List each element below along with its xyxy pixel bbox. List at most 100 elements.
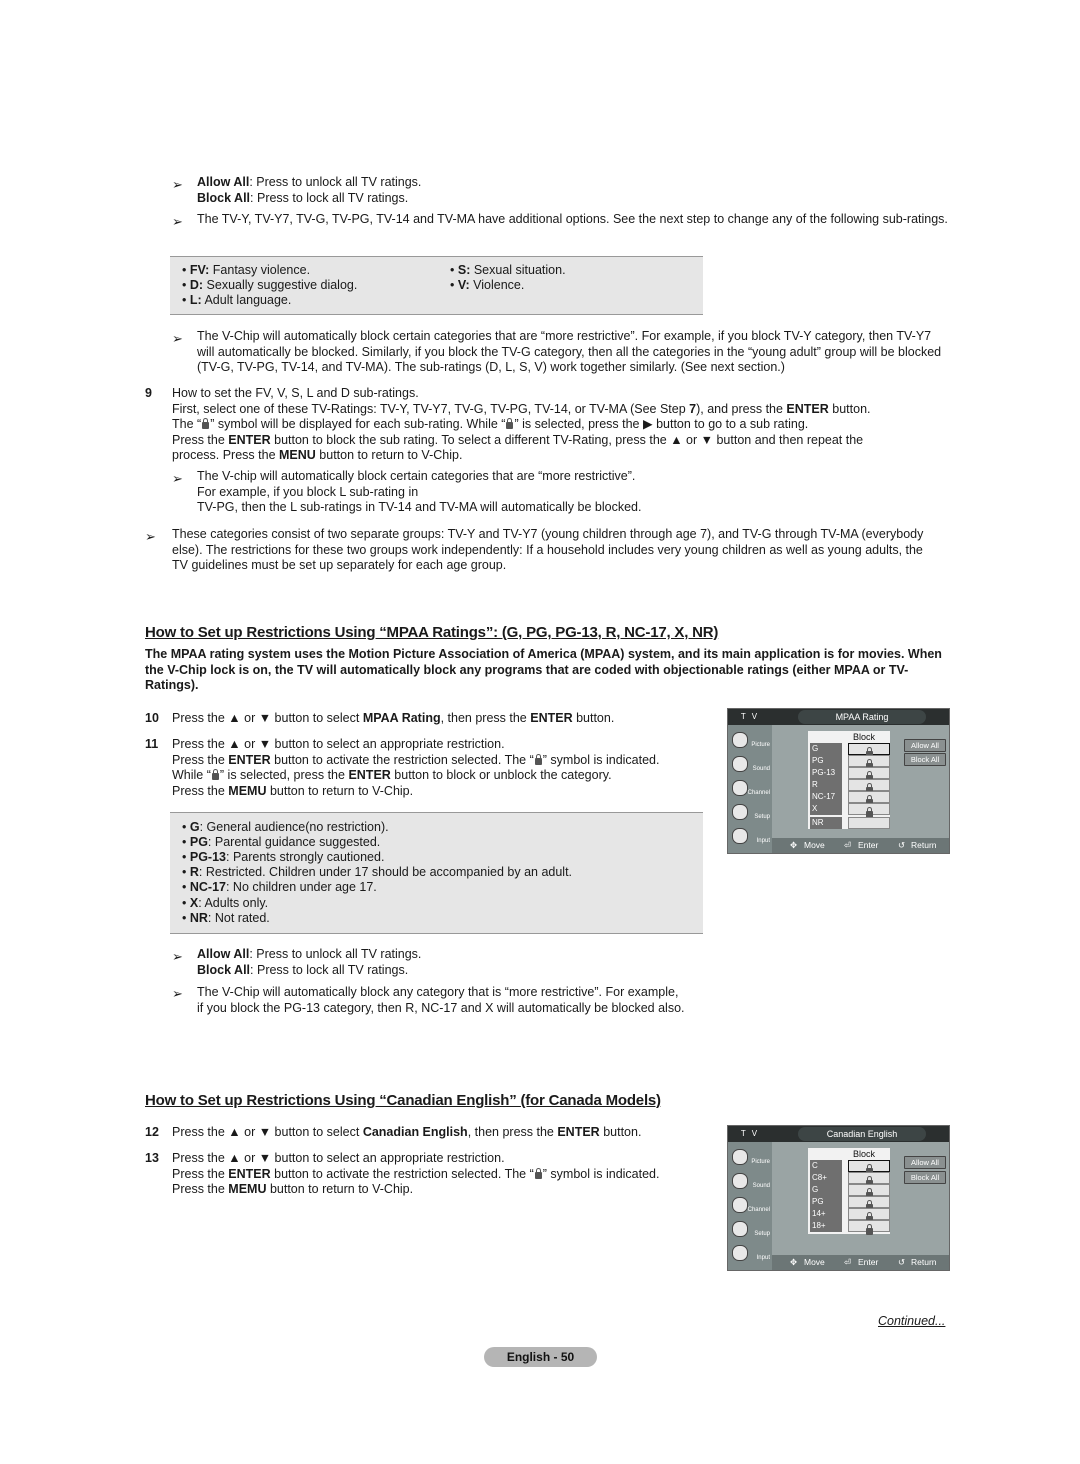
- osd-menu-sound[interactable]: Sound: [728, 753, 772, 777]
- groups-note: These categories consist of two separate…: [172, 527, 924, 572]
- osd-menu-channel[interactable]: Channel: [728, 777, 772, 801]
- allow-block-all-note: Allow All: Press to unlock all TV rating…: [197, 175, 897, 206]
- subrating-item: • FV: Fantasy violence.: [182, 263, 311, 277]
- enter-icon: ⏎: [844, 1257, 852, 1267]
- step-number: 10: [145, 711, 159, 725]
- osd-enter-label: Enter: [858, 840, 879, 850]
- channel-icon: [732, 1197, 748, 1213]
- osd-return-label: Return: [911, 1257, 937, 1267]
- note-arrow-icon: ➢: [172, 471, 183, 486]
- lock-icon: [865, 1224, 873, 1235]
- lock-cell[interactable]: [848, 779, 890, 794]
- return-icon: ↺: [898, 840, 906, 850]
- additional-options-note: The TV-Y, TV-Y7, TV-G, TV-PG, TV-14 and …: [197, 212, 948, 226]
- allow-all-label: Allow All: [197, 175, 250, 189]
- note-arrow-icon: ➢: [172, 214, 183, 229]
- lock-cell[interactable]: [848, 1184, 890, 1199]
- page-number-badge: English - 50: [484, 1347, 597, 1367]
- mpaa-rating-item: • NR: Not rated.: [182, 911, 270, 925]
- lock-cell[interactable]: [848, 1172, 890, 1187]
- picture-icon: [732, 1149, 748, 1165]
- vchip-restrictive-note: The V-Chip will automatically block cert…: [197, 329, 942, 374]
- return-icon: ↺: [898, 1257, 906, 1267]
- osd-menu-input[interactable]: Input: [728, 825, 772, 849]
- osd-move-label: Move: [804, 840, 825, 850]
- subrating-item: • L: Adult language.: [182, 293, 292, 307]
- osd-tv-label: T V: [740, 1129, 760, 1138]
- osd-sidebar: Picture Sound Channel Setup Input: [728, 725, 772, 853]
- osd-allow-all-button[interactable]: Allow All: [904, 739, 946, 752]
- subratings-box: • FV: Fantasy violence. • D: Sexually su…: [170, 256, 703, 315]
- osd-allow-all-button[interactable]: Allow All: [904, 1156, 946, 1169]
- lock-cell[interactable]: [848, 791, 890, 806]
- move-icon: ✥: [790, 840, 798, 850]
- mpaa-restrictive-note: The V-Chip will automatically block any …: [197, 985, 685, 1015]
- mpaa-ratings-box: • G: General audience(no restriction). •…: [170, 812, 703, 934]
- canadian-osd-screen: T V Canadian English Picture Sound Chann…: [727, 1125, 950, 1271]
- allow-all-text: : Press to unlock all TV ratings.: [249, 175, 422, 189]
- setup-icon: [732, 1221, 748, 1237]
- setup-icon: [732, 804, 748, 820]
- osd-block-header: Block: [853, 732, 876, 742]
- osd-return-label: Return: [911, 840, 937, 850]
- lock-cell[interactable]: [848, 767, 890, 782]
- lock-icon: [534, 753, 542, 765]
- lock-cell[interactable]: [848, 1160, 890, 1175]
- note-arrow-icon: ➢: [172, 331, 183, 346]
- mpaa-osd-screen: T V MPAA Rating Picture Sound Channel Se…: [727, 708, 950, 854]
- note-arrow-icon: ➢: [145, 529, 156, 544]
- lock-cell[interactable]: [848, 817, 890, 829]
- subrating-item: • D: Sexually suggestive dialog.: [182, 278, 358, 292]
- step9-text: How to set the FV, V, S, L and D sub-rat…: [172, 386, 871, 462]
- mpaa-intro: The MPAA rating system uses the Motion P…: [145, 647, 942, 692]
- lock-icon: [534, 1167, 542, 1179]
- mpaa-rating-item: • X: Adults only.: [182, 896, 269, 910]
- mpaa-allow-block-note: Allow All: Press to unlock all TV rating…: [197, 947, 422, 977]
- lock-cell[interactable]: [848, 1208, 890, 1223]
- enter-icon: ⏎: [844, 840, 852, 850]
- osd-block-header: Block: [853, 1149, 876, 1159]
- step12-text: Press the ▲ or ▼ button to select Canadi…: [172, 1125, 642, 1139]
- osd-footer: ✥ Move ⏎ Enter ↺ Return: [772, 838, 949, 853]
- osd-enter-label: Enter: [858, 1257, 879, 1267]
- mpaa-section-heading: How to Set up Restrictions Using “MPAA R…: [145, 624, 719, 641]
- osd-title: Canadian English: [798, 1127, 926, 1141]
- block-all-text: : Press to lock all TV ratings.: [250, 190, 409, 205]
- continued-label: Continued...: [878, 1314, 946, 1328]
- osd-menu-setup[interactable]: Setup: [728, 801, 772, 825]
- step-number: 11: [145, 737, 159, 751]
- subrating-item: • V: Violence.: [450, 278, 525, 292]
- osd-menu-picture[interactable]: Picture: [728, 729, 772, 753]
- osd-title: MPAA Rating: [798, 710, 926, 724]
- lock-cell[interactable]: [848, 755, 890, 770]
- osd-menu-picture[interactable]: Picture: [728, 1146, 772, 1170]
- step11-text: Press the ▲ or ▼ button to select an app…: [172, 737, 660, 798]
- osd-menu-input[interactable]: Input: [728, 1242, 772, 1266]
- osd-block-all-button[interactable]: Block All: [904, 1171, 946, 1184]
- picture-icon: [732, 732, 748, 748]
- osd-move-label: Move: [804, 1257, 825, 1267]
- input-icon: [732, 1245, 748, 1261]
- sound-icon: [732, 1173, 748, 1189]
- channel-icon: [732, 780, 748, 796]
- note-arrow-icon: ➢: [172, 177, 183, 192]
- lock-cell[interactable]: [848, 1196, 890, 1211]
- osd-menu-channel[interactable]: Channel: [728, 1194, 772, 1218]
- lock-cell[interactable]: [848, 803, 890, 818]
- step-number: 13: [145, 1151, 159, 1165]
- lock-cell[interactable]: [848, 1220, 890, 1235]
- mpaa-rating-item: • R: Restricted. Children under 17 shoul…: [182, 865, 573, 879]
- osd-menu-setup[interactable]: Setup: [728, 1218, 772, 1242]
- input-icon: [732, 828, 748, 844]
- osd-block-panel: Block G PG PG-13 R NC-17 X NR: [808, 731, 890, 829]
- note-arrow-icon: ➢: [172, 986, 183, 1001]
- mpaa-rating-item: • PG-13: Parents strongly cautioned.: [182, 850, 385, 864]
- osd-footer: ✥ Move ⏎ Enter ↺ Return: [772, 1255, 949, 1270]
- osd-menu-sound[interactable]: Sound: [728, 1170, 772, 1194]
- step-number: 12: [145, 1125, 159, 1139]
- mpaa-rating-item: • PG: Parental guidance suggested.: [182, 835, 381, 849]
- step13-text: Press the ▲ or ▼ button to select an app…: [172, 1151, 660, 1196]
- lock-cell[interactable]: [848, 743, 890, 758]
- osd-block-all-button[interactable]: Block All: [904, 753, 946, 766]
- sound-icon: [732, 756, 748, 772]
